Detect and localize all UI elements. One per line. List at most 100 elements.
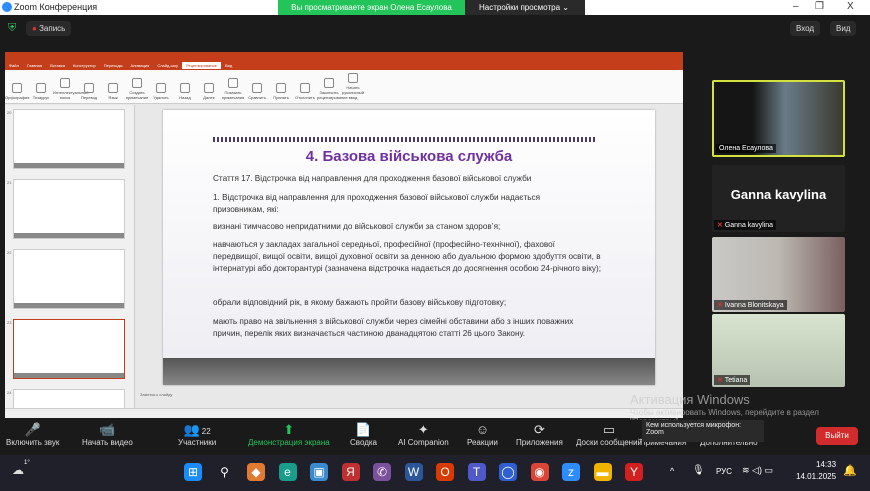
ribbon-button[interactable]: Принять [269,83,293,100]
slide-thumbnails[interactable]: 20 21 22 23 24 [5,105,135,418]
ppt-tab[interactable]: Анимация [127,62,154,69]
yandex-icon[interactable]: Я [341,463,360,481]
start-video-icon: 📹 [99,422,116,437]
meeting-top-bar: ⛨ ● Запись Вход Вид [0,15,870,43]
ribbon-button[interactable]: Язык [101,83,125,100]
video-tile[interactable]: ✕ Tetiana [712,314,845,387]
ppt-tab[interactable]: Главная [23,62,46,69]
clock-date[interactable]: 14.01.2025 [796,472,836,481]
view-button[interactable]: Вид [830,21,857,36]
cortana-icon[interactable]: ◯ [499,463,517,481]
participant-name: ✕ Ganna kavylina [714,220,777,230]
slide-thumbnail[interactable]: 22 [7,249,125,309]
ribbon-icon [228,78,238,88]
restore-button[interactable]: ❐ [815,1,824,12]
viber-icon[interactable]: ✆ [373,463,391,481]
participant-name: Олена Есаулова [716,144,776,153]
window-title: Zoom Конференция [14,2,98,12]
ribbon-label: Начать рукописный ввод [342,85,364,100]
close-button[interactable]: X [847,1,854,12]
start-video-button[interactable]: 📹 Начать видео [82,422,133,447]
ribbon-button[interactable]: Интеллектуальный поиск [53,78,88,100]
unmute-label: Включить звук [6,438,60,447]
ai-companion-button[interactable]: ✦ AI Companion [398,422,449,447]
start-icon[interactable]: ⊞ [184,463,202,481]
ribbon-icon [60,78,70,88]
ribbon-button[interactable]: Показать примечания [221,78,245,100]
share-screen-icon: ⬆ [283,422,295,437]
login-button[interactable]: Вход [790,21,821,36]
record-button[interactable]: ● Запись [26,21,72,36]
reactions-button[interactable]: ☺ Реакции [467,422,498,447]
zoom-logo-icon [2,2,12,12]
slide-paragraph: обрали відповідний рік, в якому бажають … [213,298,507,307]
ppt-tab[interactable]: Конструктор [69,62,100,69]
participants-button[interactable]: 👥 22 Участники [178,422,216,447]
ppt-tab[interactable]: Рецензирование [182,62,221,69]
notification-bell-icon[interactable]: 🔔 [843,464,857,477]
ppt-tab[interactable]: Слайд-шоу [153,62,182,69]
weather-icon[interactable]: ☁ [12,463,24,477]
ribbon-button[interactable]: Закончить рецензирование [317,78,348,100]
ribbon-button[interactable]: Создать примечание [125,78,149,100]
participant-name-label: Ivanna Blonitskaya [724,302,784,309]
slide-thumbnail[interactable]: 20 [7,109,125,169]
show-hidden-icons[interactable]: ^ [670,466,674,476]
yandex-browser-icon[interactable]: Y [625,463,643,481]
ribbon-button[interactable]: Далее [197,83,221,100]
copilot-icon[interactable]: ◆ [247,463,265,481]
ppt-tab[interactable]: Вид [221,62,236,69]
slide-thumbnail[interactable]: 23 [7,319,125,379]
word-icon[interactable]: W [404,463,423,481]
ribbon-button[interactable]: Сравнить [245,83,269,100]
slide-thumbnail[interactable]: 21 [7,179,125,239]
chrome-icon[interactable]: ◉ [530,463,549,481]
explorer-icon[interactable]: ▬ [593,463,612,481]
ppt-tab[interactable]: Вставка [46,62,69,69]
participant-name-label: Tetiana [724,377,748,384]
ribbon-label: Далее [203,95,215,100]
share-screen-button[interactable]: ⬆ Демонстрация экрана [248,422,330,447]
teams-icon[interactable]: T [467,463,486,481]
network-volume-battery-icons[interactable]: ≋ ◁) ▭ [742,465,773,476]
participant-big-name: Ganna kavylina [730,187,827,202]
ppt-title-bar [5,52,683,62]
video-tile[interactable]: Олена Есаулова [712,80,845,157]
whiteboards-icon: ▭ [602,422,616,437]
ribbon-button[interactable]: Перевод [77,83,101,100]
thumbnail-footer [14,303,124,308]
zoom-icon[interactable]: z [562,463,580,481]
ppt-tab[interactable]: Переходы [100,62,127,69]
mic-muted-icon: ✕ [717,222,723,229]
video-tile[interactable]: ✕ Ivanna Blonitskaya [712,237,845,312]
view-settings-button[interactable]: Настройки просмотра ⌄ [465,0,585,15]
ribbon-button[interactable]: Отклонить [293,83,317,100]
ribbon-button[interactable]: Орфография [5,83,29,100]
ribbon-icon [204,83,214,93]
microphone-icon[interactable]: 🎙 [692,465,705,476]
video-tile[interactable]: Ganna kavylina ✕ Ganna kavylina [712,165,845,232]
ribbon-button[interactable]: Тезаурус [29,83,53,100]
clock-time[interactable]: 14:33 [816,460,836,469]
language-indicator[interactable]: РУС [716,467,732,476]
leave-button[interactable]: Выйти [816,427,858,445]
shield-icon[interactable]: ⛨ [8,22,16,35]
apps-button[interactable]: ⟳ Приложения [516,422,563,447]
ribbon-button[interactable]: Назад [173,83,197,100]
whiteboards-button[interactable]: ▭ Доски сообщений [576,422,642,447]
ribbon-button[interactable]: Удалить [149,83,173,100]
unmute-button[interactable]: 🎤 Включить звук [6,422,59,447]
start-video-label: Начать видео [82,438,133,447]
summary-button[interactable]: 📄 Сводка [350,422,377,447]
slide-notes[interactable]: Заметки к слайду [140,392,172,397]
photos-icon[interactable]: ▣ [310,463,328,481]
edge-icon[interactable]: e [278,463,297,481]
ppt-tab[interactable]: Файл [5,62,23,69]
ribbon-button[interactable]: Начать рукописный ввод [341,73,365,100]
ribbon-icon [276,83,286,93]
thumbnail-number: 24 [7,390,12,395]
office-icon[interactable]: O [436,463,454,481]
minimize-button[interactable]: – [793,1,799,12]
search-icon[interactable]: ⚲ [216,463,234,481]
mic-usage-tooltip: Кем используется микрофон: Zoom [642,420,764,442]
